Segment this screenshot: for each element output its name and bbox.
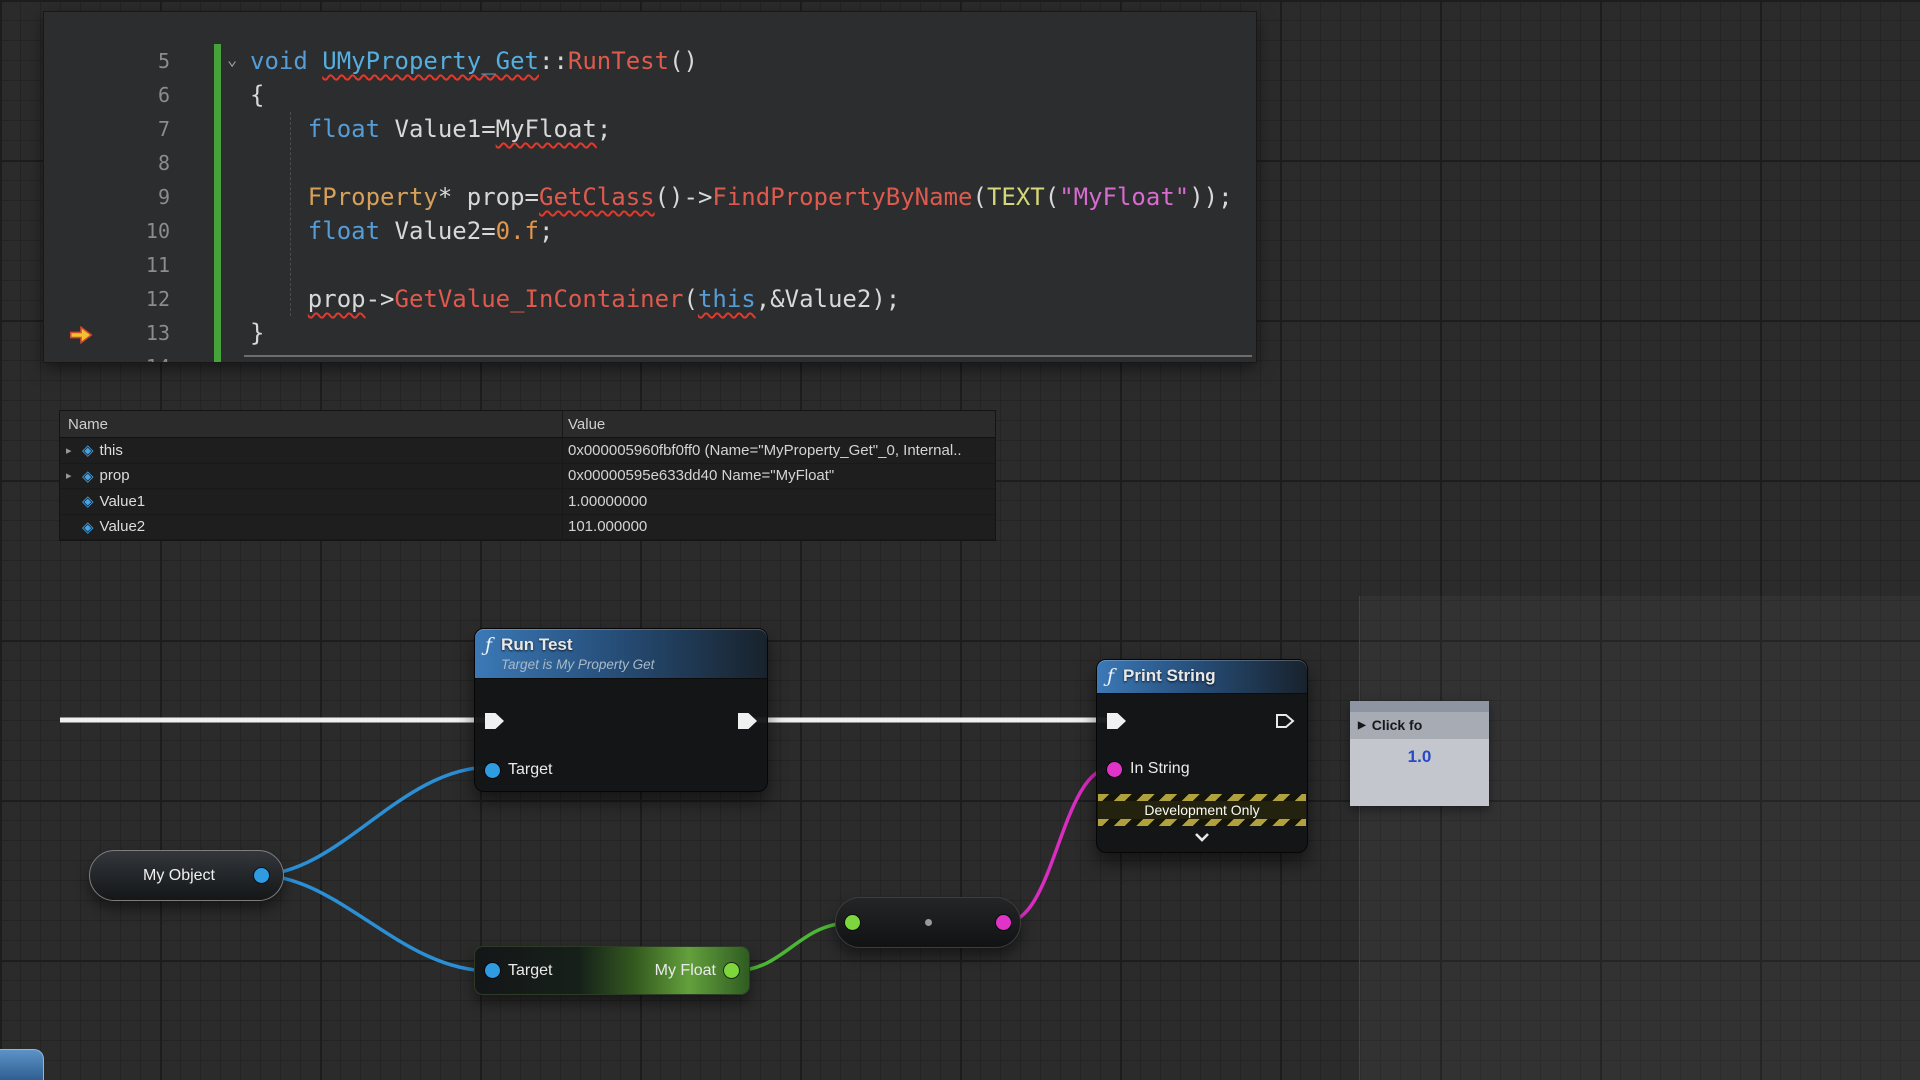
value-box-value: 1.0 [1350, 739, 1489, 767]
watch-value: 0x00000595e633dd40 Name="MyFloat" [568, 467, 834, 484]
node-run-test-header: ƒ Run Test Target is My Property Get [475, 629, 767, 679]
watch-name: Value1 [100, 493, 146, 510]
code-text: { [214, 78, 264, 112]
line-number[interactable]: 10 [44, 214, 214, 248]
line-number[interactable]: 14 [44, 350, 214, 362]
watch-row[interactable]: ◈ Value1 1.00000000 [60, 489, 995, 515]
code-line: 13} [44, 316, 1256, 350]
value-box-header-label: Click fo [1372, 712, 1423, 739]
hazard-stripe [1098, 794, 1306, 801]
line-number[interactable]: 12 [44, 282, 214, 316]
node-run-test[interactable]: ƒ Run Test Target is My Property Get Tar… [474, 628, 768, 792]
development-only-banner: Development Only [1098, 794, 1306, 826]
my-float-output-pin[interactable] [724, 963, 739, 978]
right-panel-edge [1359, 596, 1920, 1080]
function-icon: ƒ [485, 634, 492, 656]
code-line: 5void UMyProperty_Get::RunTest() [44, 44, 1256, 78]
variable-icon: ◈ [82, 518, 94, 536]
execution-pointer-icon [68, 322, 94, 350]
code-text [214, 248, 250, 282]
code-line: 7 float Value1=MyFloat; [44, 112, 1256, 146]
function-icon: ƒ [1107, 665, 1114, 687]
watch-value: 1.00000000 [568, 493, 647, 510]
watch-row[interactable]: ◈ Value2 101.000000 [60, 515, 995, 541]
node-title: Run Test [501, 634, 654, 656]
line-number[interactable]: 6 [44, 78, 214, 112]
code-lines: 5void UMyProperty_Get::RunTest()6{7 floa… [44, 44, 1256, 362]
my-object-output-pin[interactable] [254, 868, 269, 883]
exec-in-pin[interactable] [485, 713, 504, 729]
target-pin[interactable] [485, 763, 500, 778]
conversion-dot-icon [925, 919, 932, 926]
expand-arrow-icon[interactable]: ▸ [66, 469, 82, 482]
line-number[interactable]: 5 [44, 44, 214, 78]
code-line: 10 float Value2=0.f; [44, 214, 1256, 248]
code-text [214, 146, 250, 180]
code-text: float Value2=0.f; [214, 214, 553, 248]
watch-rows: ▸◈this0x000005960fbf0ff0 (Name="MyProper… [60, 438, 995, 540]
watch-column-divider[interactable] [562, 411, 563, 540]
exec-out-pin[interactable] [1275, 713, 1295, 729]
code-line: 11 [44, 248, 1256, 282]
play-icon: ▶ [1358, 712, 1366, 739]
variable-icon: ◈ [82, 441, 94, 459]
offscreen-node-fragment [0, 1049, 44, 1080]
getter-target-pin[interactable] [485, 963, 500, 978]
watch-header: Name Value [60, 411, 995, 438]
conversion-input-pin[interactable] [845, 915, 860, 930]
in-string-pin[interactable] [1107, 762, 1122, 777]
code-text: void UMyProperty_Get::RunTest() [214, 44, 698, 78]
variable-icon: ◈ [82, 492, 94, 510]
node-conversion[interactable] [835, 897, 1021, 948]
code-editor[interactable]: ⌄ 5void UMyProperty_Get::RunTest()6{7 fl… [44, 12, 1256, 362]
code-line: 12 prop->GetValue_InContainer(this,&Valu… [44, 282, 1256, 316]
code-line: 9 FProperty* prop=GetClass()->FindProper… [44, 180, 1256, 214]
node-get-my-float[interactable]: Target My Float [474, 946, 750, 995]
exec-out-pin[interactable] [738, 713, 757, 729]
line-number[interactable]: 11 [44, 248, 214, 282]
value-box-top-strip [1350, 701, 1489, 712]
expand-arrow-icon[interactable]: ▸ [66, 444, 82, 457]
watch-name: this [100, 442, 123, 459]
development-only-label: Development Only [1098, 801, 1306, 819]
expand-node-chevron-icon[interactable] [1097, 829, 1307, 847]
watch-value: 0x000005960fbf0ff0 (Name="MyProperty_Get… [568, 442, 962, 459]
watch-row[interactable]: ▸◈ prop 0x00000595e633dd40 Name="MyFloat" [60, 464, 995, 490]
node-title: Print String [1123, 665, 1216, 687]
line-number[interactable]: 7 [44, 112, 214, 146]
variable-icon: ◈ [82, 467, 94, 485]
node-my-object[interactable]: My Object [89, 850, 284, 901]
exec-in-pin[interactable] [1107, 713, 1126, 729]
value-box-header[interactable]: ▶ Click fo [1350, 712, 1489, 739]
code-line: 8 [44, 146, 1256, 180]
in-string-pin-label: In String [1130, 760, 1190, 778]
code-text: } [214, 316, 264, 350]
watch-name: prop [100, 467, 130, 484]
code-text: float Value1=MyFloat; [214, 112, 611, 146]
watch-column-value: Value [568, 411, 605, 438]
my-float-label: My Float [655, 962, 716, 980]
target-pin-label: Target [508, 761, 552, 779]
node-print-string[interactable]: ƒ Print String In String Development Onl… [1096, 659, 1308, 853]
conversion-output-pin[interactable] [996, 915, 1011, 930]
node-print-string-header: ƒ Print String [1097, 660, 1307, 694]
editor-scrollbar[interactable] [244, 355, 1252, 357]
watch-name: Value2 [100, 518, 146, 535]
variable-label: My Object [104, 867, 254, 885]
hazard-stripe [1098, 819, 1306, 826]
line-number[interactable]: 8 [44, 146, 214, 180]
watch-value: 101.000000 [568, 518, 647, 535]
node-subtitle: Target is My Property Get [501, 657, 654, 672]
watch-row[interactable]: ▸◈ this 0x000005960fbf0ff0 (Name="MyProper… [60, 438, 995, 464]
code-text: prop->GetValue_InContainer(this,&Value2)… [214, 282, 900, 316]
code-line: 6{ [44, 78, 1256, 112]
watch-window: Name Value ▸◈this0x000005960fbf0ff0 (Nam… [60, 411, 995, 540]
watch-column-name: Name [60, 416, 108, 433]
line-number[interactable]: 9 [44, 180, 214, 214]
code-text: FProperty* prop=GetClass()->FindProperty… [214, 180, 1233, 214]
debug-value-box[interactable]: ▶ Click fo 1.0 [1350, 701, 1489, 806]
getter-target-label: Target [508, 962, 552, 980]
